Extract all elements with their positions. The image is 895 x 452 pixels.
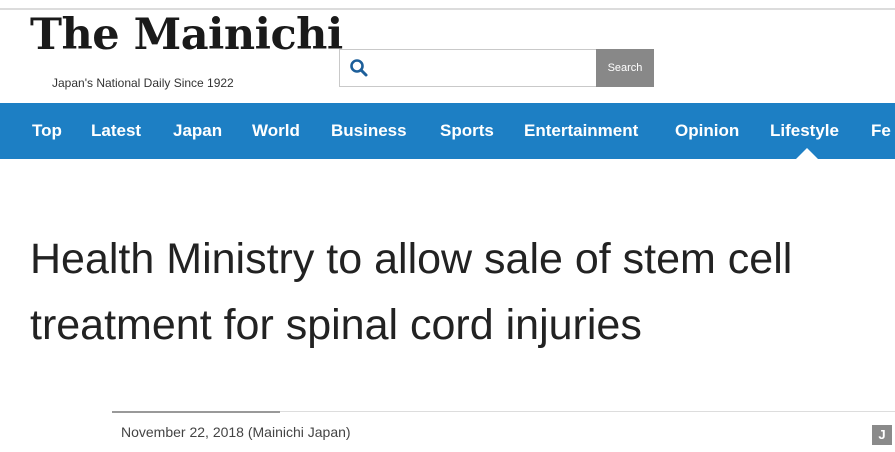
nav-item-japan[interactable]: Japan [173, 103, 222, 159]
article-dateline: November 22, 2018 (Mainichi Japan) [121, 424, 351, 440]
search-button[interactable]: Search [596, 49, 654, 87]
active-nav-indicator [796, 148, 818, 159]
site-tagline: Japan's National Daily Since 1922 [52, 76, 234, 90]
nav-item-sports[interactable]: Sports [440, 103, 494, 159]
nav-item-features[interactable]: Fe [871, 103, 891, 159]
page: The Mainichi Japan's National Daily Sinc… [0, 0, 895, 452]
byline-divider-accent [112, 411, 280, 413]
main-nav: Top Latest Japan World Business Sports E… [0, 103, 895, 159]
nav-item-latest[interactable]: Latest [91, 103, 141, 159]
search-icon [350, 59, 368, 77]
site-logo[interactable]: The Mainichi [30, 14, 343, 57]
nav-item-world[interactable]: World [252, 103, 300, 159]
search-box[interactable] [339, 49, 597, 87]
headline-line-2: treatment for spinal cord injuries [30, 301, 642, 349]
nav-item-top[interactable]: Top [32, 103, 62, 159]
nav-item-entertainment[interactable]: Entertainment [524, 103, 638, 159]
nav-item-opinion[interactable]: Opinion [675, 103, 739, 159]
search-input[interactable] [374, 54, 593, 84]
nav-item-business[interactable]: Business [331, 103, 407, 159]
share-badge[interactable]: J [872, 425, 892, 445]
article-headline: Health Ministry to allow sale of stem ce… [30, 226, 895, 358]
headline-line-1: Health Ministry to allow sale of stem ce… [30, 235, 793, 283]
